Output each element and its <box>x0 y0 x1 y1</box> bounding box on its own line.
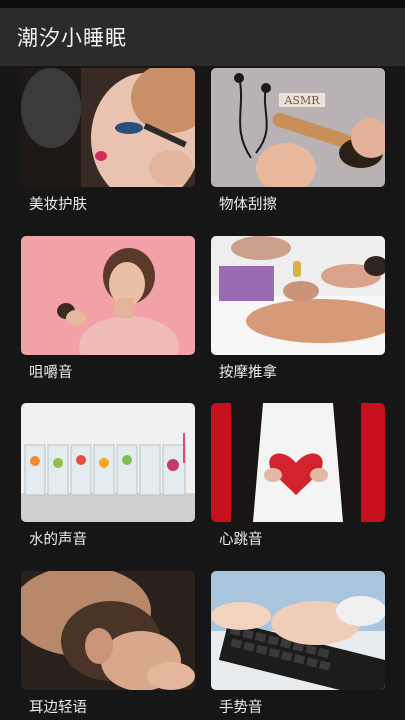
category-label: 物体刮擦 <box>219 197 277 213</box>
heartbeat-thumbnail <box>211 403 385 522</box>
category-label: 心跳音 <box>219 532 263 548</box>
category-card-whisper[interactable]: 耳边轻语 <box>21 571 195 718</box>
category-card-gesture[interactable]: 手势音 <box>211 571 385 718</box>
massage-photo <box>211 236 385 355</box>
page-title: 潮汐小睡眠 <box>17 26 127 50</box>
category-label: 美妆护肤 <box>29 197 87 213</box>
category-label: 按摩推拿 <box>219 365 277 381</box>
category-card-heartbeat[interactable]: 心跳音 <box>211 403 385 550</box>
water-thumbnail <box>21 403 195 522</box>
asmr-brush-photo: ASMR <box>211 68 385 187</box>
water-glasses-photo <box>21 403 195 522</box>
typing-hands-photo <box>211 571 385 690</box>
app-bar: 潮汐小睡眠 <box>0 8 405 66</box>
gesture-thumbnail <box>211 571 385 690</box>
makeup-photo <box>21 68 195 187</box>
massage-thumbnail <box>211 236 385 355</box>
category-label: 水的声音 <box>29 532 87 548</box>
chewing-photo <box>21 236 195 355</box>
asmr-letter-blocks: ASMR <box>283 94 320 107</box>
whisper-thumbnail <box>21 571 195 690</box>
category-card-massage[interactable]: 按摩推拿 <box>211 236 385 383</box>
category-card-makeup[interactable]: 美妆护肤 <box>21 68 195 215</box>
category-label: 耳边轻语 <box>29 700 87 716</box>
whisper-photo <box>21 571 195 690</box>
makeup-thumbnail <box>21 68 195 187</box>
status-bar <box>0 0 405 8</box>
chewing-thumbnail <box>21 236 195 355</box>
category-label: 手势音 <box>219 700 263 716</box>
category-grid: 美妆护肤 ASMR 物体刮擦 咀嚼音 按摩推拿 水的声音 心跳音 耳边轻语 手势… <box>0 66 405 720</box>
heart-photo <box>211 403 385 522</box>
category-card-object-scratch[interactable]: ASMR 物体刮擦 <box>211 68 385 215</box>
category-label: 咀嚼音 <box>29 365 73 381</box>
object-scratch-thumbnail: ASMR <box>211 68 385 187</box>
category-card-chewing[interactable]: 咀嚼音 <box>21 236 195 383</box>
category-card-water[interactable]: 水的声音 <box>21 403 195 550</box>
